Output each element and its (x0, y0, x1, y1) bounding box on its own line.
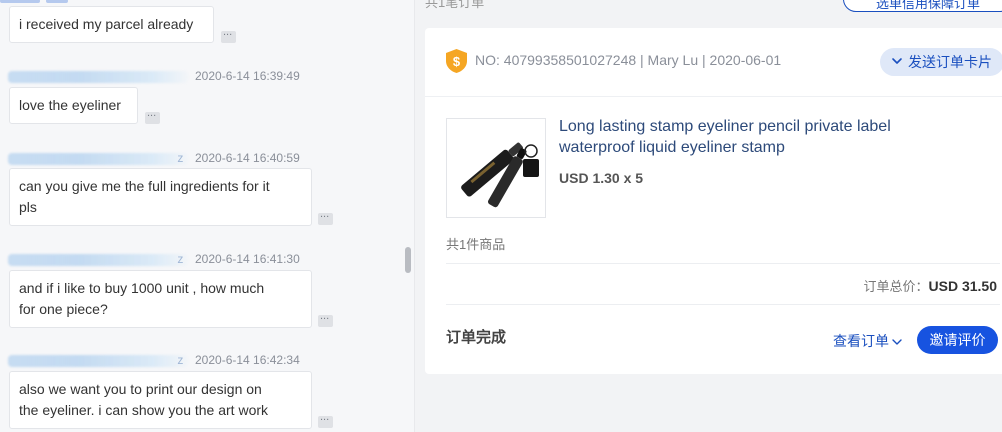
chat-scrollbar[interactable] (405, 247, 411, 273)
message-timestamp: 2020-6-14 16:42:34 (195, 353, 300, 367)
shield-dollar-icon: $ (446, 49, 467, 73)
chat-message-text: i received my parcel already (19, 16, 194, 32)
chat-message-meta: 2020-6-14 16:39:49 (8, 69, 300, 83)
order-total: 订单总价：USD 31.50 (864, 276, 998, 295)
chat-message-meta: z 2020-6-14 16:40:59 (8, 151, 300, 165)
chat-message-bubble: i received my parcel already (9, 6, 214, 43)
product-price: USD 1.30 x 5 (559, 170, 644, 186)
sender-name-blurred (8, 253, 188, 266)
product-title[interactable]: Long lasting stamp eyeliner pencil priva… (559, 116, 949, 158)
order-pane: 共1笔订单 选单信用保障订单 $ NO: 40799358501027248 |… (415, 0, 1002, 432)
sender-name-blurred (8, 354, 188, 367)
chat-message-text-line: the eyeliner. i can show you the art wor… (19, 402, 269, 418)
more-icon[interactable] (318, 411, 333, 428)
view-order-link[interactable]: 查看订单 (833, 331, 903, 351)
more-icon[interactable] (221, 26, 236, 43)
order-count-label: 共1笔订单 (425, 0, 485, 10)
message-timestamp: 2020-6-14 16:39:49 (195, 69, 300, 83)
separator (446, 304, 1000, 305)
chat-message-bubble: and if i like to buy 1000 unit , how muc… (9, 270, 312, 328)
more-icon[interactable] (318, 208, 333, 225)
chat-message-bubble: can you give me the full ingredients for… (9, 168, 312, 226)
order-total-value: USD 31.50 (928, 278, 997, 294)
chat-pane: i received my parcel already 2020-6-14 1… (0, 0, 414, 432)
more-icon[interactable] (318, 310, 333, 327)
chat-message-meta: z 2020-6-14 16:41:30 (8, 252, 300, 266)
send-order-card-label: 发送订单卡片 (908, 54, 992, 70)
credit-guarantee-order-button[interactable]: 选单信用保障订单 (843, 0, 1002, 12)
svg-text:$: $ (453, 54, 461, 69)
more-icon[interactable] (145, 107, 160, 124)
eyeliner-product-image (447, 119, 545, 217)
view-order-label: 查看订单 (833, 333, 889, 349)
chat-message-text-line: can you give me the full ingredients for… (19, 178, 270, 194)
order-status: 订单完成 (446, 329, 507, 346)
order-card-header: $ NO: 40799358501027248 | Mary Lu | 2020… (425, 28, 1002, 97)
sender-name-blurred (8, 152, 188, 165)
product-thumbnail[interactable] (446, 118, 546, 218)
message-timestamp: 2020-6-14 16:40:59 (195, 151, 300, 165)
chat-message-bubble: love the eyeliner (9, 87, 138, 124)
message-timestamp: 2020-6-14 16:41:30 (195, 252, 300, 266)
chat-top-stub (0, 0, 80, 3)
chat-message-text-line: for one piece? (19, 301, 108, 317)
chat-message-meta: z 2020-6-14 16:42:34 (8, 353, 300, 367)
chat-message-text: love the eyeliner (19, 97, 121, 113)
chat-message-bubble: also we want you to print our design on … (9, 371, 312, 429)
item-count: 共1件商品 (446, 237, 506, 252)
order-meta: NO: 40799358501027248 | Mary Lu | 2020-0… (475, 52, 782, 68)
chat-message-text-line: pls (19, 199, 37, 215)
order-card: $ NO: 40799358501027248 | Mary Lu | 2020… (425, 28, 1002, 374)
chat-message-text-line: and if i like to buy 1000 unit , how muc… (19, 280, 265, 296)
chevron-down-icon (892, 339, 902, 345)
chevron-down-icon (892, 58, 902, 64)
sender-name-blurred (8, 70, 188, 83)
send-order-card-button[interactable]: 发送订单卡片 (880, 48, 1002, 76)
chat-message-text-line: also we want you to print our design on (19, 381, 262, 397)
invite-review-button[interactable]: 邀请评价 (917, 326, 998, 354)
separator (446, 263, 1000, 264)
order-total-label: 订单总价： (863, 279, 929, 294)
